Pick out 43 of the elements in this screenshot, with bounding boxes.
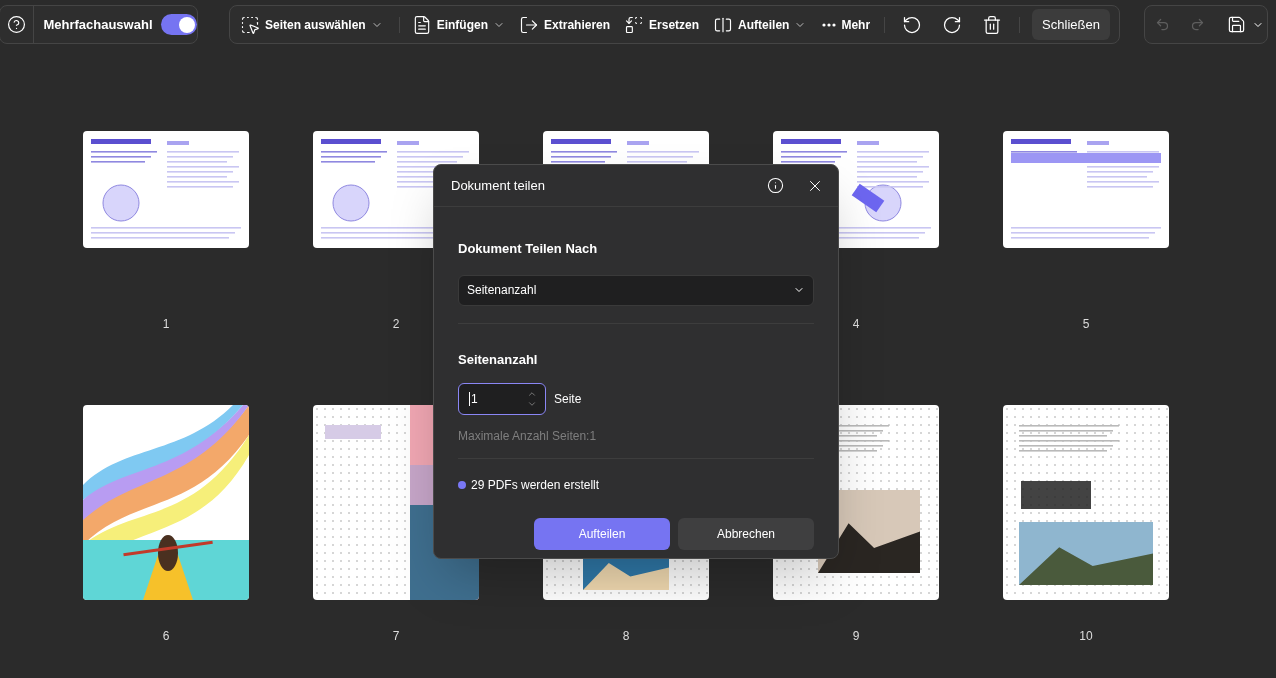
page-number: 7 bbox=[392, 628, 400, 645]
rotate-right-icon bbox=[942, 14, 963, 35]
undo-icon bbox=[1155, 17, 1170, 32]
pointer-select-icon bbox=[240, 14, 260, 35]
multiselect-label: Mehrfachauswahl bbox=[43, 15, 153, 34]
page-number: 1 bbox=[162, 316, 170, 333]
toolbar-button[interactable]: Mehr bbox=[820, 9, 873, 40]
toolbar-button[interactable]: Einfügen bbox=[409, 9, 508, 40]
hint-text: Maximale Anzahl Seiten:1 bbox=[458, 428, 598, 445]
page-number: 5 bbox=[1082, 316, 1090, 333]
split-button[interactable]: Aufteilen bbox=[534, 518, 670, 550]
decrement-icon bbox=[527, 399, 537, 409]
rotate-left-icon bbox=[902, 14, 923, 35]
section-heading: Dokument Teilen Nach bbox=[458, 240, 599, 258]
toolbar-button[interactable]: Extrahieren bbox=[517, 9, 613, 40]
save-button[interactable] bbox=[1227, 15, 1264, 34]
page-number: 4 bbox=[852, 316, 860, 333]
cancel-button[interactable]: Abbrechen bbox=[678, 518, 814, 550]
split-by-select[interactable]: Seitenanzahl bbox=[458, 274, 814, 306]
section-heading: Seitenanzahl bbox=[458, 350, 539, 369]
more-icon bbox=[822, 22, 837, 27]
page-number: 10 bbox=[1079, 628, 1093, 645]
unit-label: Seite bbox=[554, 391, 582, 408]
page-number: 8 bbox=[622, 628, 630, 645]
status-text: 29 PDFs werden erstellt bbox=[471, 477, 600, 494]
replace-icon bbox=[624, 14, 645, 35]
trash-icon bbox=[982, 14, 1003, 35]
toolbar-button[interactable]: Seiten auswählen bbox=[238, 9, 385, 40]
page-number: 2 bbox=[392, 316, 400, 333]
multiselect-toggle[interactable] bbox=[160, 14, 197, 35]
dialog-title: Dokument teilen bbox=[451, 176, 546, 195]
info-icon bbox=[766, 177, 784, 194]
help-icon bbox=[7, 15, 27, 34]
close-mode-button[interactable]: Schließen bbox=[1032, 9, 1110, 40]
toolbar-button[interactable]: Aufteilen bbox=[711, 9, 809, 40]
page-count-field[interactable]: 1 bbox=[458, 383, 546, 415]
toolbar-button[interactable]: Ersetzen bbox=[622, 9, 702, 40]
save-icon bbox=[1227, 15, 1246, 34]
export-icon bbox=[519, 14, 540, 35]
increment-icon bbox=[527, 389, 537, 399]
page-number: 9 bbox=[852, 628, 860, 645]
page-number: 6 bbox=[162, 628, 170, 645]
redo-icon bbox=[1190, 17, 1205, 32]
